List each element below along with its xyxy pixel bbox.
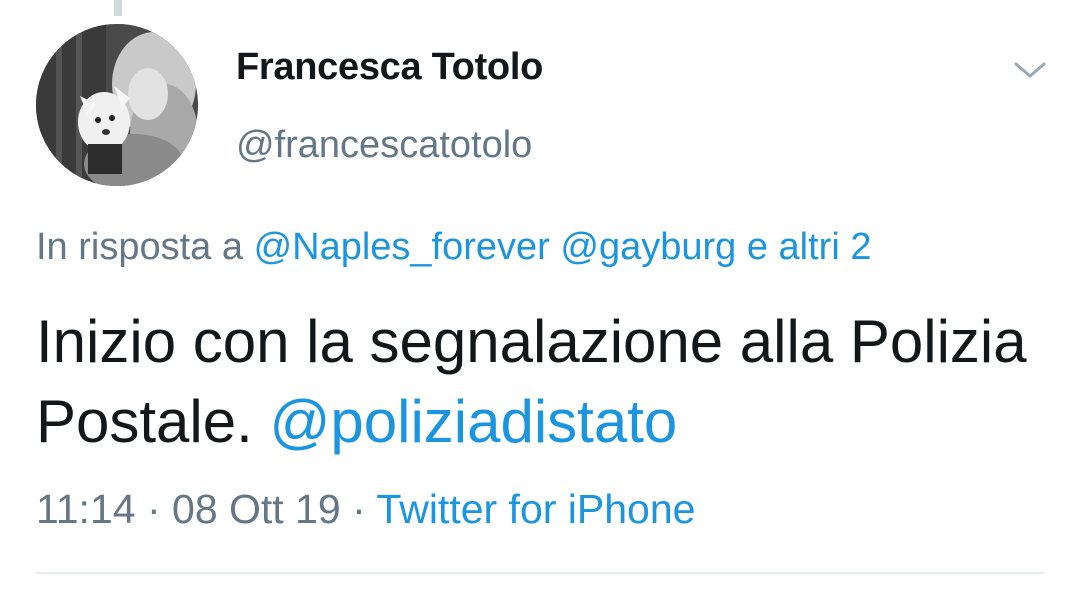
divider (36, 572, 1044, 574)
tweet-source-link[interactable]: Twitter for iPhone (376, 486, 695, 532)
meta-separator: · (146, 486, 161, 532)
avatar-image (36, 24, 198, 186)
meta-separator: · (352, 486, 366, 532)
tweet-mention-poliziadistato[interactable]: @poliziadistato (269, 388, 677, 455)
tweet-metadata: 11:14 · 08 Ott 19 · Twitter for iPhone (36, 486, 695, 533)
tweet-time: 11:14 (36, 486, 136, 532)
thread-connector-line (114, 0, 122, 16)
reply-context: In risposta a @Naples_forever @gayburg e… (36, 226, 871, 269)
author-handle[interactable]: @francescatotolo (236, 124, 532, 167)
author-display-name[interactable]: Francesca Totolo (236, 46, 543, 89)
avatar[interactable] (36, 24, 198, 186)
tweet-date: 08 Ott 19 (172, 486, 341, 532)
chevron-down-icon[interactable] (1010, 56, 1050, 84)
reply-mention-gayburg[interactable]: @gayburg (560, 226, 736, 268)
reply-others-link[interactable]: e altri 2 (747, 226, 872, 268)
reply-mention-naples-forever[interactable]: @Naples_forever (254, 226, 550, 268)
reply-prefix: In risposta a (36, 226, 243, 268)
tweet-text: Inizio con la segnalazione alla Polizia … (36, 302, 1046, 462)
